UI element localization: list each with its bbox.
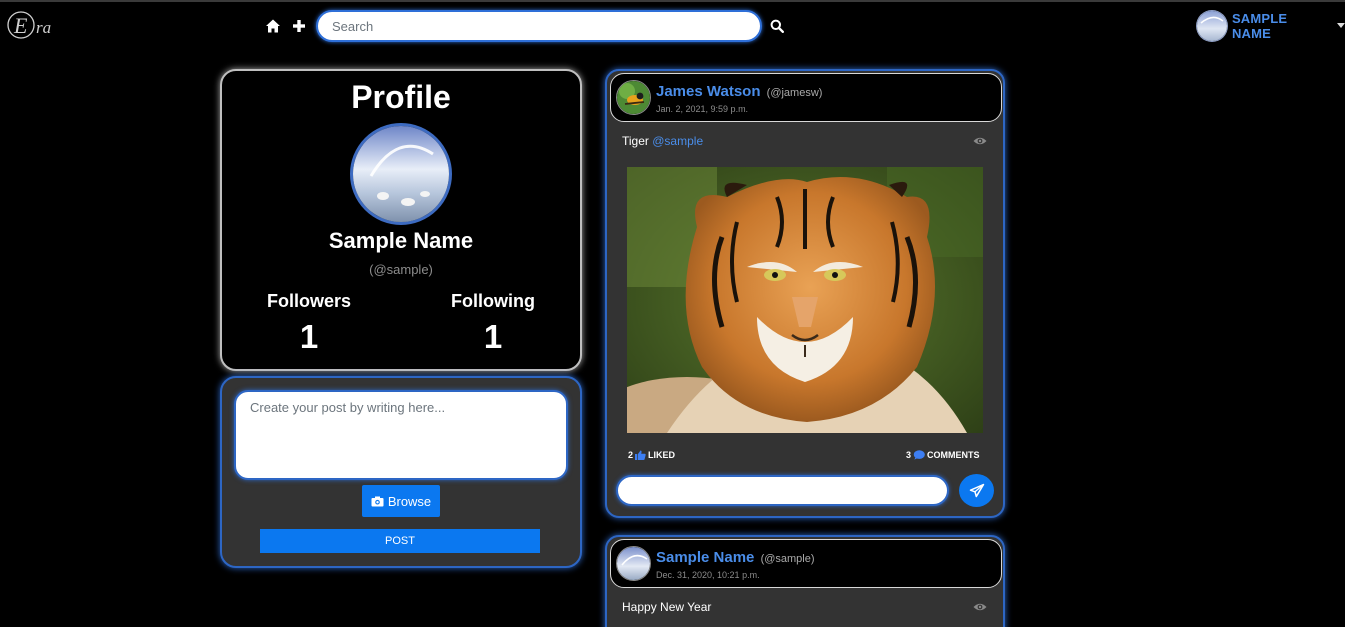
followers-stat[interactable]: Followers 1 xyxy=(234,291,384,356)
search-input[interactable] xyxy=(318,12,760,40)
post-header: Sample Name (@sample) Dec. 31, 2020, 10:… xyxy=(610,539,1002,588)
post-author[interactable]: Sample Name (@sample) xyxy=(656,549,815,566)
plus-icon[interactable] xyxy=(291,18,307,34)
home-icon[interactable] xyxy=(265,18,281,34)
caret-down-icon[interactable] xyxy=(1337,22,1345,28)
comments-stat[interactable]: 3 COMMENTS xyxy=(906,450,980,460)
search-icon[interactable] xyxy=(770,19,784,33)
svg-text:ra: ra xyxy=(36,18,51,37)
browse-label: Browse xyxy=(387,493,432,509)
brand-logo[interactable]: E ra xyxy=(6,10,62,40)
post-textarea[interactable] xyxy=(234,390,568,480)
camera-icon xyxy=(371,496,384,506)
user-name[interactable]: SAMPLE NAME xyxy=(1232,11,1330,41)
profile-title: Profile xyxy=(351,79,451,115)
browse-button[interactable]: Browse xyxy=(362,485,440,517)
svg-text:E: E xyxy=(13,13,28,38)
send-comment-button[interactable] xyxy=(959,474,994,507)
followers-label: Followers xyxy=(266,291,351,311)
comment-icon[interactable] xyxy=(913,450,925,460)
post-date: Dec. 31, 2020, 10:21 p.m. xyxy=(656,570,760,580)
post-image[interactable] xyxy=(627,167,983,433)
user-menu-dropdown[interactable]: SAMPLE NAME xyxy=(1196,9,1345,43)
eye-icon[interactable] xyxy=(973,136,987,146)
profile-name: Sample Name xyxy=(328,228,474,253)
post-author-handle: (@jamesw) xyxy=(766,87,823,99)
search-box xyxy=(316,10,762,42)
mention-link[interactable]: @sample xyxy=(652,134,703,148)
post-author-name[interactable]: James Watson xyxy=(656,83,760,100)
comments-count: 3 xyxy=(906,450,912,460)
following-label: Following xyxy=(451,291,535,311)
thumbs-up-icon[interactable] xyxy=(635,450,646,460)
author-avatar[interactable] xyxy=(616,80,651,115)
create-post-card: Browse POST xyxy=(220,376,582,568)
feed-post: Sample Name (@sample) Dec. 31, 2020, 10:… xyxy=(605,535,1005,627)
post-author-handle: (@sample) xyxy=(760,553,815,565)
post-body: Tiger xyxy=(622,134,649,148)
post-author[interactable]: James Watson (@jamesw) xyxy=(656,83,822,100)
avatar xyxy=(1196,10,1228,42)
likes-stat[interactable]: 2 LIKED xyxy=(628,450,675,460)
post-text: Tiger @sample xyxy=(622,134,703,148)
comments-label: COMMENTS xyxy=(927,450,980,460)
post-text: Happy New Year xyxy=(622,600,711,614)
post-body: Happy New Year xyxy=(622,600,712,614)
author-avatar[interactable] xyxy=(616,546,651,581)
comment-input[interactable] xyxy=(616,475,949,506)
profile-handle: (@sample) xyxy=(369,262,433,277)
following-stat[interactable]: Following 1 xyxy=(418,291,568,356)
post-button[interactable]: POST xyxy=(260,529,540,553)
top-navbar: E ra SAMPLE NAME xyxy=(0,0,1345,48)
post-header: James Watson (@jamesw) Jan. 2, 2021, 9:5… xyxy=(610,73,1002,122)
followers-count: 1 xyxy=(299,318,319,355)
eye-icon[interactable] xyxy=(973,602,987,612)
following-count: 1 xyxy=(483,318,503,355)
likes-label: LIKED xyxy=(648,450,676,460)
likes-count: 2 xyxy=(628,450,634,460)
paper-plane-icon xyxy=(969,483,984,497)
profile-avatar xyxy=(350,123,452,225)
post-date: Jan. 2, 2021, 9:59 p.m. xyxy=(656,104,749,114)
feed-post: James Watson (@jamesw) Jan. 2, 2021, 9:5… xyxy=(605,69,1005,518)
profile-card: Profile Sample Name (@sample) Followers … xyxy=(220,69,582,371)
post-author-name[interactable]: Sample Name xyxy=(656,549,754,566)
